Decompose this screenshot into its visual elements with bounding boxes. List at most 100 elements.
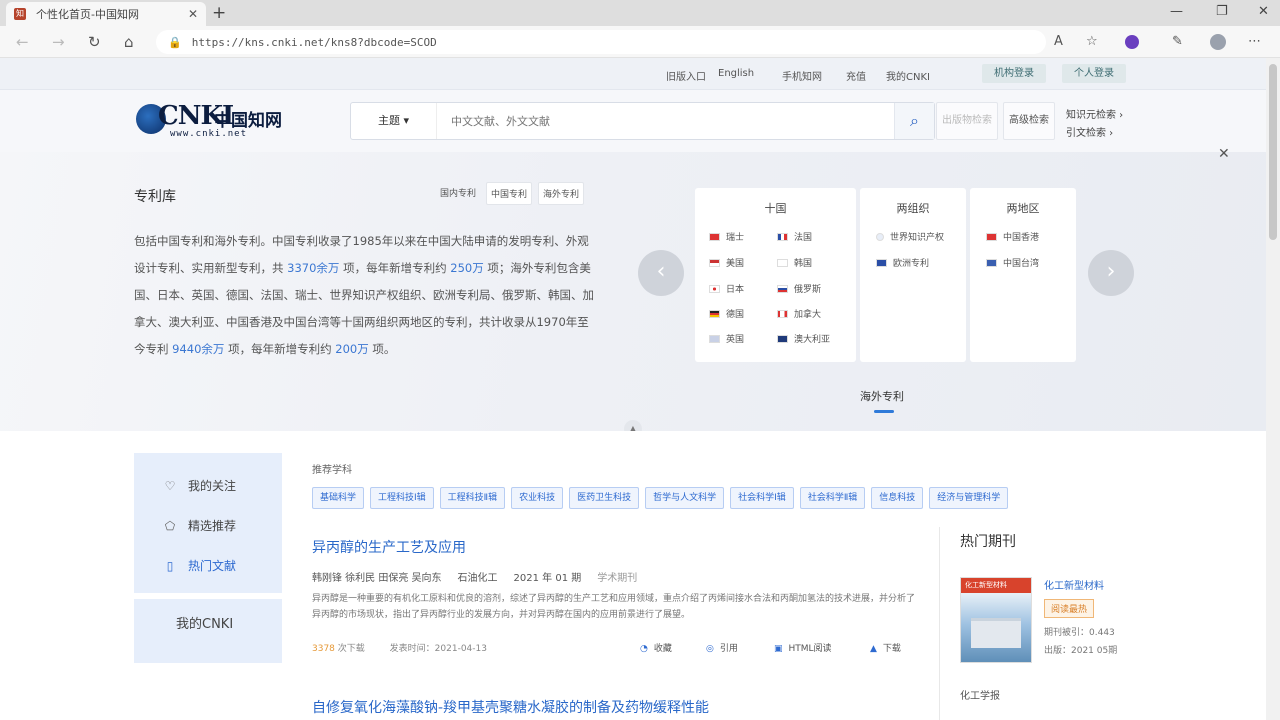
flag-icon — [709, 309, 720, 318]
tab-close-icon[interactable]: ✕ — [188, 7, 198, 21]
next-journal-name[interactable]: 化工学报 — [960, 687, 1000, 702]
maximize-icon[interactable]: ❐ — [1216, 4, 1228, 19]
cnki-favicon-icon: 知 — [14, 8, 26, 20]
sidebar-item-label: 热门文献 — [188, 559, 237, 573]
country-usa[interactable]: 美国 — [709, 256, 744, 269]
sidebar-item-label: 精选推荐 — [188, 519, 237, 533]
journal-badge: 阅读最热 — [1044, 599, 1095, 618]
subject-tag[interactable]: 工程科技Ⅰ辑 — [370, 487, 434, 509]
org-login-button[interactable]: 机构登录 — [982, 64, 1046, 83]
cite-button[interactable]: ◎ 引用 — [706, 641, 738, 654]
banner-footer-label[interactable]: 海外专利 — [860, 388, 904, 404]
extension-icon[interactable] — [1125, 35, 1139, 49]
article-authors[interactable]: 韩刚锋 徐利民 田保亮 吴向东 — [312, 569, 442, 584]
subject-tag[interactable]: 经济与管理科学 — [929, 487, 1009, 509]
article-source[interactable]: 石油化工 — [458, 569, 498, 584]
tag-china[interactable]: 中国专利 — [486, 182, 533, 205]
org-wipo[interactable]: 世界知识产权 — [876, 230, 944, 243]
knowledge-search-link[interactable]: 知识元检索 › — [1066, 106, 1123, 121]
favorite-button[interactable]: ◔ 收藏 — [640, 641, 672, 654]
search-box: 主题 ▾ ⌕ — [350, 102, 935, 140]
org-epo[interactable]: 欧洲专利 — [876, 256, 929, 269]
publication-search-button[interactable]: 出版物检索 — [936, 102, 998, 140]
minimize-icon[interactable]: — — [1170, 4, 1183, 19]
cite-icon: ◎ — [706, 644, 714, 654]
subject-tag[interactable]: 哲学与人文科学 — [645, 487, 725, 509]
advanced-search-button[interactable]: 高级检索 — [1003, 102, 1055, 140]
journal-cover[interactable]: 化工新型材料 — [960, 577, 1032, 663]
logo-cn-name: 中国知网 — [214, 111, 282, 131]
desc-highlight: 3370余万 — [287, 261, 340, 275]
top-link-mobile[interactable]: 手机知网 — [782, 68, 822, 83]
top-link-english[interactable]: English — [718, 68, 754, 79]
subject-tag[interactable]: 社会科学Ⅰ辑 — [730, 487, 794, 509]
top-link-old[interactable]: 旧版入口 — [666, 68, 706, 83]
pen-icon[interactable]: ✎ — [1172, 34, 1183, 49]
heart-icon: ♡ — [164, 478, 176, 493]
wipo-icon — [876, 232, 884, 241]
subject-tag[interactable]: 社会科学Ⅱ辑 — [799, 487, 866, 509]
download-count: 3378 — [312, 644, 335, 654]
article-title[interactable]: 异丙醇的生产工艺及应用 — [312, 537, 466, 557]
flag-icon — [986, 232, 997, 241]
region-taiwan[interactable]: 中国台湾 — [986, 256, 1039, 269]
tag-domestic[interactable]: 国内专利 — [436, 182, 480, 205]
subject-tag[interactable]: 工程科技Ⅱ辑 — [439, 487, 506, 509]
search-button[interactable]: ⌕ — [894, 103, 934, 139]
profile-avatar[interactable] — [1210, 34, 1226, 50]
banner-close-icon[interactable]: ✕ — [1218, 146, 1230, 162]
citation-search-link[interactable]: 引文检索 › — [1066, 124, 1113, 139]
forward-icon[interactable]: → — [52, 33, 65, 51]
subject-tag[interactable]: 农业科技 — [511, 487, 564, 509]
html-read-button[interactable]: ▣ HTML阅读 — [774, 641, 832, 654]
read-aloud-icon[interactable]: A — [1054, 34, 1063, 49]
country-france[interactable]: 法国 — [777, 230, 812, 243]
journal-name[interactable]: 化工新型材料 — [1044, 577, 1104, 592]
country-russia[interactable]: 俄罗斯 — [777, 282, 821, 295]
collections-icon[interactable]: ☆ — [1086, 34, 1098, 49]
subject-tag[interactable]: 医药卫生科技 — [569, 487, 640, 509]
home-icon[interactable]: ⌂ — [124, 33, 134, 51]
subject-tag[interactable]: 信息科技 — [871, 487, 924, 509]
carousel-next-button[interactable]: › — [1088, 250, 1134, 296]
top-link-recharge[interactable]: 充值 — [846, 68, 866, 83]
subject-tag[interactable]: 基础科学 — [312, 487, 365, 509]
search-field-select[interactable]: 主题 ▾ — [351, 103, 437, 139]
carousel-prev-button[interactable]: ‹ — [638, 250, 684, 296]
country-canada[interactable]: 加拿大 — [777, 307, 821, 320]
sidebar-mycnki[interactable]: 我的CNKI — [134, 599, 282, 663]
journal-cover-image — [971, 618, 1021, 648]
download-button[interactable]: ▲ 下载 — [870, 641, 901, 654]
scrollbar-thumb[interactable] — [1269, 64, 1277, 240]
personal-login-button[interactable]: 个人登录 — [1062, 64, 1126, 83]
journal-issue: 出版：2021 05期 — [1044, 646, 1118, 656]
sidebar-item-hot[interactable]: ▯ 热门文献 — [162, 557, 236, 574]
reload-icon[interactable]: ↻ — [88, 33, 101, 51]
country-uk[interactable]: 英国 — [709, 332, 744, 345]
more-icon[interactable]: ⋯ — [1248, 34, 1261, 49]
search-input[interactable] — [451, 111, 871, 131]
desc-text: 项。 — [368, 342, 396, 356]
cnki-logo[interactable]: CNKI 中国知网 www.cnki.net — [136, 100, 288, 140]
country-germany[interactable]: 德国 — [709, 307, 744, 320]
document-icon: ▯ — [166, 558, 174, 573]
top-link-mycnki[interactable]: 我的CNKI — [886, 68, 930, 83]
country-australia[interactable]: 澳大利亚 — [777, 332, 830, 345]
sidebar-item-follow[interactable]: ♡ 我的关注 — [162, 477, 236, 494]
new-tab-icon[interactable]: + — [212, 3, 226, 23]
tag-overseas[interactable]: 海外专利 — [538, 182, 585, 205]
next-article-title[interactable]: 自修复氧化海藻酸钠-羧甲基壳聚糖水凝胶的制备及药物缓释性能 — [312, 697, 709, 717]
back-icon[interactable]: ← — [16, 33, 29, 51]
country-japan[interactable]: 日本 — [709, 282, 744, 295]
window-close-icon[interactable]: ✕ — [1258, 4, 1269, 19]
country-switzerland[interactable]: 瑞士 — [709, 230, 744, 243]
url-field[interactable]: 🔒 https://kns.cnki.net/kns8?dbcode=SCOD — [156, 30, 1046, 54]
region-hongkong[interactable]: 中国香港 — [986, 230, 1039, 243]
sidebar-item-recommend[interactable]: ⬠ 精选推荐 — [162, 517, 236, 534]
country-korea[interactable]: 韩国 — [777, 256, 812, 269]
country-label: 英国 — [726, 335, 745, 345]
search-field-label: 主题 — [377, 114, 400, 127]
publish-date: 发表时间：2021-04-13 — [389, 644, 487, 654]
flag-icon — [777, 284, 788, 293]
browser-tab[interactable]: 知 个性化首页-中国知网 ✕ — [6, 2, 206, 26]
